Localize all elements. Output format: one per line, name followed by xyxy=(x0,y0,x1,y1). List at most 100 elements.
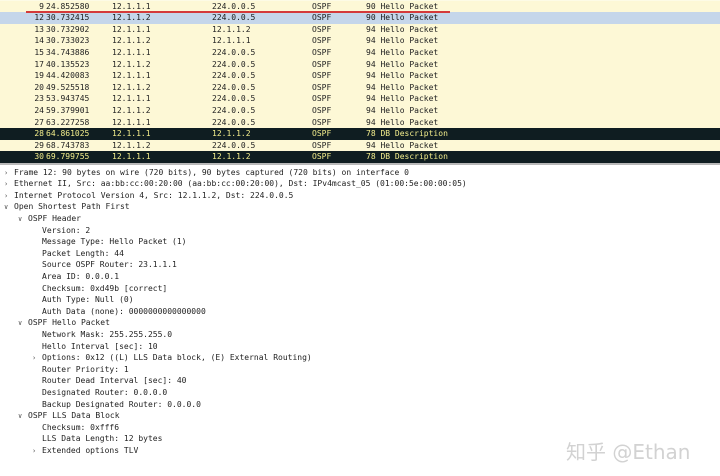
detail-tree-item[interactable]: Router Priority: 1 xyxy=(32,364,129,376)
packet-time: 64.861025 xyxy=(46,129,90,139)
packet-protocol: OSPF xyxy=(312,24,332,34)
detail-tree-item[interactable]: LLS Data Length: 12 bytes xyxy=(32,433,162,445)
packet-no: 28 xyxy=(34,129,44,139)
detail-text: Ethernet II, Src: aa:bb:cc:00:20:00 (aa:… xyxy=(14,179,467,189)
detail-tree-item[interactable]: › Extended options TLV xyxy=(32,445,138,457)
packet-time: 44.420083 xyxy=(46,71,90,81)
packet-no: 23 xyxy=(34,94,44,104)
detail-tree-item[interactable]: Hello Interval [sec]: 10 xyxy=(32,341,158,353)
packet-protocol: OSPF xyxy=(312,48,332,57)
packet-row[interactable]: 27 63.227258 12.1.1.1 224.0.0.5 OSPF 94 Hello… xyxy=(0,116,720,129)
packet-info: 90 Hello Packet xyxy=(366,13,439,23)
packet-info: 94 Hello Packet xyxy=(366,106,439,115)
detail-text: Auth Data (none): 0000000000000000 xyxy=(42,306,206,316)
detail-tree-item[interactable]: › Frame 12: 90 bytes on wire (720 bits), … xyxy=(4,167,409,179)
packet-no: 15 xyxy=(34,48,44,57)
packet-info: 78 DB Description xyxy=(366,129,448,139)
packet-list[interactable]: 9 24.852580 12.1.1.1 224.0.0.5 OSPF 90 Hello … xyxy=(0,0,720,163)
detail-text: Source OSPF Router: 23.1.1.1 xyxy=(42,260,177,270)
packet-destination: 224.0.0.5 xyxy=(212,13,256,23)
packet-no: 19 xyxy=(34,71,44,81)
packet-destination: 224.0.0.5 xyxy=(212,117,256,127)
packet-row[interactable]: 29 68.743783 12.1.1.2 224.0.0.5 OSPF 94 Hello… xyxy=(0,139,720,152)
packet-row[interactable]: 13 30.732902 12.1.1.1 12.1.1.2 OSPF 94 Hello … xyxy=(0,23,720,36)
detail-text: OSPF Header xyxy=(28,214,81,223)
detail-tree-item[interactable]: Router Dead Interval [sec]: 40 xyxy=(32,375,187,387)
packet-no: 27 xyxy=(34,117,44,127)
packet-destination: 12.1.1.2 xyxy=(212,24,251,34)
packet-source: 12.1.1.2 xyxy=(112,106,151,115)
detail-tree-item[interactable]: ∨ OSPF LLS Data Block xyxy=(18,410,120,422)
detail-tree-item[interactable]: Backup Designated Router: 0.0.0.0 xyxy=(32,399,201,411)
packet-protocol: OSPF xyxy=(312,129,332,139)
packet-time: 40.135523 xyxy=(46,59,90,69)
pane-divider[interactable] xyxy=(0,163,720,165)
detail-tree-item[interactable]: Message Type: Hello Packet (1) xyxy=(32,236,187,248)
detail-tree-item[interactable]: ∨ Open Shortest Path First xyxy=(4,201,130,213)
packet-info: 94 Hello Packet xyxy=(366,48,439,57)
detail-tree-item[interactable]: Checksum: 0xd49b [correct] xyxy=(32,283,167,295)
packet-source: 12.1.1.1 xyxy=(112,129,151,139)
detail-text: Network Mask: 255.255.255.0 xyxy=(42,330,173,339)
packet-destination: 224.0.0.5 xyxy=(212,71,256,81)
collapse-arrow-icon[interactable]: ∨ xyxy=(18,318,28,330)
detail-tree-item[interactable]: Version: 2 xyxy=(32,225,90,237)
detail-text: Router Dead Interval [sec]: 40 xyxy=(42,376,187,386)
packet-row[interactable]: 14 30.733023 12.1.1.2 12.1.1.1 OSPF 94 Hello … xyxy=(0,35,720,47)
packet-no: 29 xyxy=(34,140,44,150)
packet-protocol: OSPF xyxy=(312,94,332,104)
packet-time: 30.732415 xyxy=(46,13,90,23)
collapse-arrow-icon[interactable]: ∨ xyxy=(4,202,14,214)
packet-protocol: OSPF xyxy=(312,117,332,127)
expand-arrow-icon[interactable]: › xyxy=(32,446,42,458)
detail-tree-item[interactable]: Designated Router: 0.0.0.0 xyxy=(32,387,167,399)
packet-source: 12.1.1.1 xyxy=(112,117,151,127)
packet-protocol: OSPF xyxy=(312,152,332,162)
packet-row[interactable]: 30 69.799755 12.1.1.1 12.1.1.2 OSPF 78 DB Des… xyxy=(0,151,720,163)
detail-tree-item[interactable]: Area ID: 0.0.0.1 xyxy=(32,271,119,283)
watermark: 知乎 @Ethan xyxy=(566,440,691,464)
detail-text: Designated Router: 0.0.0.0 xyxy=(42,388,168,397)
detail-tree-item[interactable]: › Options: 0x12 ((L) LLS Data block, (E) … xyxy=(32,352,312,364)
packet-time: 49.525518 xyxy=(46,82,90,92)
detail-tree-item[interactable]: › Ethernet II, Src: aa:bb:cc:00:20:00 (aa… xyxy=(4,178,467,190)
collapse-arrow-icon[interactable]: ∨ xyxy=(18,411,28,423)
packet-row[interactable]: 20 49.525518 12.1.1.2 224.0.0.5 OSPF 94 Hello… xyxy=(0,81,720,94)
detail-tree-item[interactable]: › Internet Protocol Version 4, Src: 12.1.… xyxy=(4,190,293,202)
packet-row[interactable]: 15 34.743886 12.1.1.1 224.0.0.5 OSPF 94 Hello… xyxy=(0,47,720,59)
detail-tree-item[interactable]: Packet Length: 44 xyxy=(32,248,124,260)
packet-destination: 224.0.0.5 xyxy=(212,94,256,104)
detail-text: Frame 12: 90 bytes on wire (720 bits), 9… xyxy=(14,167,409,177)
packet-row[interactable]: 24 59.379901 12.1.1.2 224.0.0.5 OSPF 94 Hello… xyxy=(0,105,720,117)
packet-time: 68.743783 xyxy=(46,140,90,150)
detail-tree-item[interactable]: ∨ OSPF Hello Packet xyxy=(18,317,110,329)
packet-destination: 224.0.0.5 xyxy=(212,48,256,57)
detail-tree-item[interactable]: Network Mask: 255.255.255.0 xyxy=(32,329,172,341)
packet-protocol: OSPF xyxy=(312,59,332,69)
packet-protocol: OSPF xyxy=(312,13,332,23)
packet-details-tree[interactable]: › Frame 12: 90 bytes on wire (720 bits), … xyxy=(0,166,720,476)
packet-destination: 224.0.0.5 xyxy=(212,140,256,150)
packet-no: 13 xyxy=(34,24,44,34)
detail-tree-item[interactable]: Checksum: 0xfff6 xyxy=(32,422,119,434)
packet-row[interactable]: 17 40.135523 12.1.1.2 224.0.0.5 OSPF 94 Hello… xyxy=(0,58,720,71)
packet-source: 12.1.1.1 xyxy=(112,152,151,162)
packet-info: 94 Hello Packet xyxy=(366,36,439,46)
packet-time: 63.227258 xyxy=(46,117,90,127)
packet-row[interactable]: 23 53.943745 12.1.1.1 224.0.0.5 OSPF 94 Hello… xyxy=(0,93,720,105)
packet-row[interactable]: 19 44.420083 12.1.1.1 224.0.0.5 OSPF 94 Hello… xyxy=(0,70,720,82)
detail-tree-item[interactable]: Auth Data (none): 0000000000000000 xyxy=(32,306,206,318)
packet-row[interactable]: 28 64.861025 12.1.1.1 12.1.1.2 OSPF 78 DB Des… xyxy=(0,128,720,140)
detail-tree-item[interactable]: ∨ OSPF Header xyxy=(18,213,81,225)
packet-protocol: OSPF xyxy=(312,140,332,150)
packet-source: 12.1.1.2 xyxy=(112,82,151,92)
detail-text: Open Shortest Path First xyxy=(14,202,130,212)
packet-info: 94 Hello Packet xyxy=(366,24,439,34)
detail-tree-item[interactable]: Source OSPF Router: 23.1.1.1 xyxy=(32,259,177,271)
packet-row[interactable]: 12 30.732415 12.1.1.2 224.0.0.5 OSPF 90 Hello… xyxy=(0,12,720,24)
collapse-arrow-icon[interactable]: ∨ xyxy=(18,214,28,226)
detail-tree-item[interactable]: Auth Type: Null (0) xyxy=(32,294,134,306)
annotation-underline xyxy=(26,11,450,13)
packet-info: 94 Hello Packet xyxy=(366,71,439,81)
packet-info: 94 Hello Packet xyxy=(366,82,439,92)
